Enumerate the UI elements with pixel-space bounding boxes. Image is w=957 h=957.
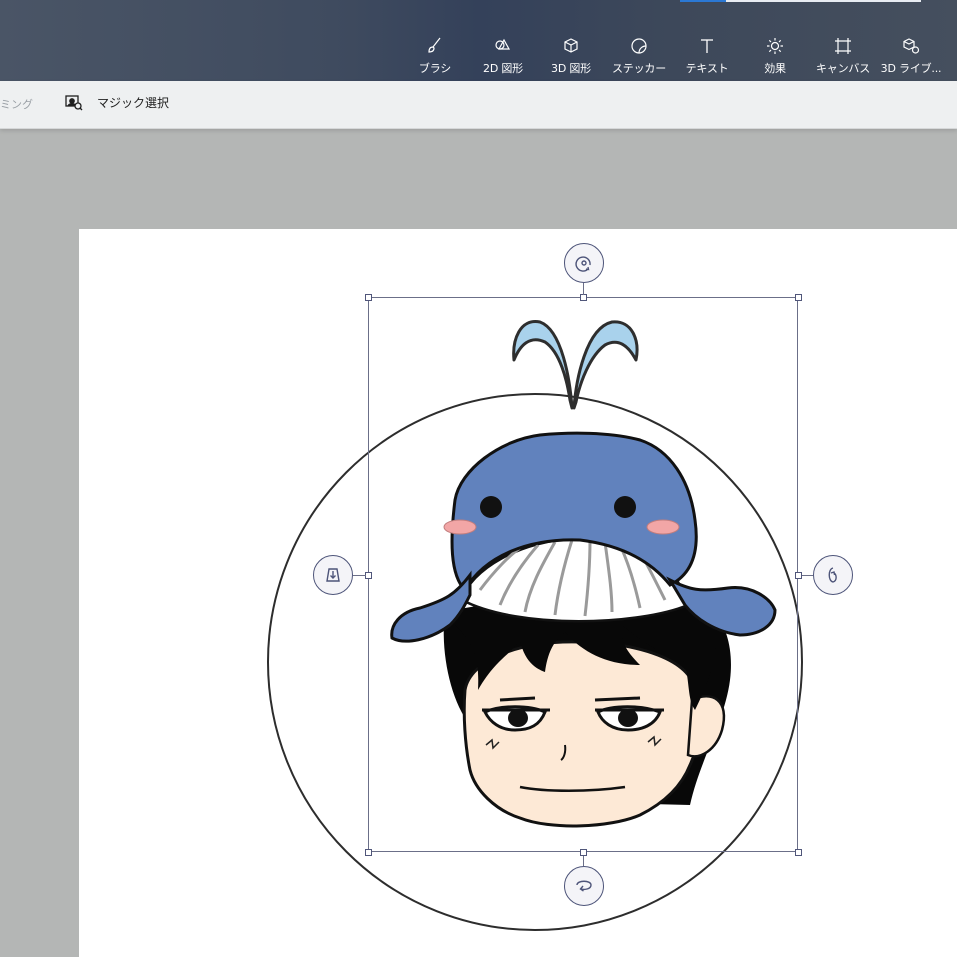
resize-handle-top-left[interactable] — [365, 294, 372, 301]
resize-handle-left[interactable] — [365, 572, 372, 579]
rotate-stem-top — [583, 283, 584, 295]
resize-handle-top-right[interactable] — [795, 294, 802, 301]
rotate-stem-right — [802, 575, 813, 576]
resize-handle-top[interactable] — [580, 294, 587, 301]
push-back-handle[interactable] — [313, 555, 353, 595]
resize-handle-bottom[interactable] — [580, 849, 587, 856]
rotate-z-handle[interactable] — [564, 243, 604, 283]
resize-handle-bottom-left[interactable] — [365, 849, 372, 856]
resize-handle-bottom-right[interactable] — [795, 849, 802, 856]
rotate-stem-bottom — [583, 856, 584, 866]
rotate-x-icon — [576, 880, 592, 892]
rotate-z-icon — [575, 256, 591, 272]
selection-box[interactable] — [368, 297, 798, 852]
rotate-stem-left — [353, 575, 366, 576]
push-depth-icon — [326, 568, 340, 582]
rotate-x-handle[interactable] — [564, 866, 604, 906]
rotate-y-icon — [828, 567, 837, 583]
resize-handle-right[interactable] — [795, 572, 802, 579]
paint3d-window: ブラシ 2D 図形 3D 図形 ステッカー テキスト 効果 キャンバス 3D ラ… — [0, 0, 957, 957]
rotate-y-handle[interactable] — [813, 555, 853, 595]
